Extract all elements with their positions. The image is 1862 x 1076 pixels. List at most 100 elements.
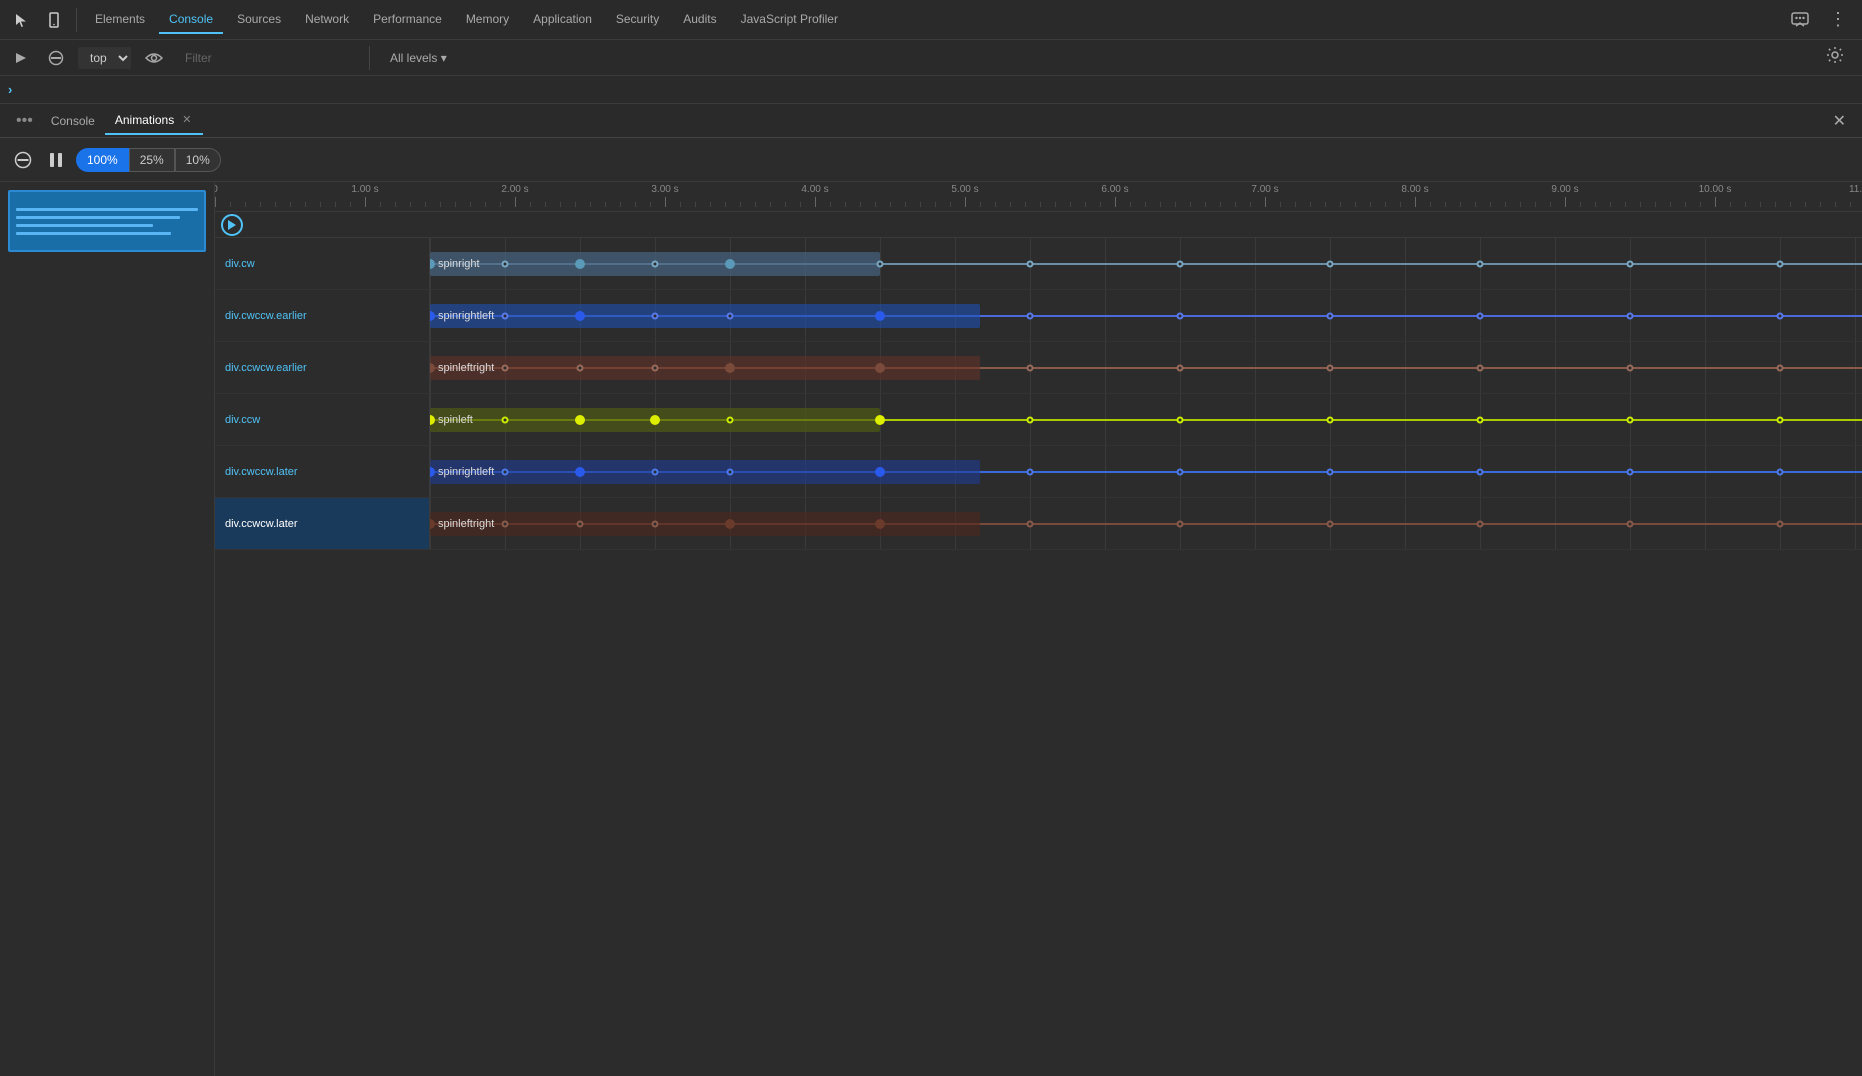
keyframe-dot-5-10 [1627,520,1634,527]
animations-tab-close[interactable]: ✕ [180,113,193,126]
mobile-icon [46,12,62,28]
tab-elements[interactable]: Elements [85,6,155,34]
keyframe-dot-1-4 [727,312,734,319]
animation-bar-label-2: spinleftright [430,362,494,374]
dots-button[interactable]: ••• [8,108,41,134]
keyframe-dot-2-2 [577,364,584,371]
tab-animations-panel[interactable]: Animations ✕ [105,107,204,135]
animation-bar-label-1: spinrightleft [430,310,494,322]
panel-play-button[interactable] [8,47,34,69]
panel-close-button[interactable]: ✕ [1825,107,1854,135]
keyframe-dot-4-9 [1477,468,1484,475]
pause-button[interactable] [44,147,68,173]
keyframe-dot-2-5 [875,363,885,373]
keyframe-dot-1-10 [1627,312,1634,319]
preview-thumbnail[interactable] [8,190,206,252]
preview-line-3 [16,224,153,227]
tab-sources[interactable]: Sources [227,6,291,34]
scrubber-handle[interactable] [221,214,243,236]
speed-10-button[interactable]: 10% [175,148,221,172]
animation-rows: div.cwspinrightdiv.cwccw.earlierspinrigh… [215,238,1862,1076]
keyframe-dot-1-3 [652,312,659,319]
keyframe-dot-2-8 [1327,364,1334,371]
preview-line-4 [16,232,171,235]
animations-panel: 100% 25% 10% 01 [0,138,1862,1076]
timeline-ruler: 01.00 s2.00 s3.00 s4.00 s5.00 s6.00 s7.0… [215,182,1862,212]
row-label-2: div.ccwcw.earlier [215,342,430,393]
keyframe-dot-3-11 [1777,416,1784,423]
tab-network[interactable]: Network [295,6,359,34]
tab-security[interactable]: Security [606,6,669,34]
keyframe-dot-0-6 [1027,260,1034,267]
tab-memory[interactable]: Memory [456,6,519,34]
row-timeline-4: spinrightleft [430,446,1862,497]
keyframe-dot-2-6 [1027,364,1034,371]
keyframe-dot-0-4 [725,259,735,269]
animation-bar-1: spinrightleft [430,304,980,328]
animation-bar-label-0: spinright [430,258,480,270]
cursor-tool-button[interactable] [8,8,36,32]
animation-row[interactable]: div.ccwcw.laterspinleftright [215,498,1862,550]
keyframe-dot-5-4 [725,519,735,529]
keyframe-dot-2-3 [652,364,659,371]
pause-icon [48,151,64,169]
keyframe-dot-0-3 [652,260,659,267]
animation-row[interactable]: div.cwccw.laterspinrightleft [215,446,1862,498]
chevron-down-icon: ▾ [441,51,447,65]
scrubber-row [215,212,1862,238]
mobile-emulation-button[interactable] [40,8,68,32]
feedback-button[interactable] [1785,8,1815,32]
keyframe-dot-3-10 [1627,416,1634,423]
row-timeline-1: spinrightleft [430,290,1862,341]
keyframe-dot-2-9 [1477,364,1484,371]
keyframe-dot-2-4 [725,363,735,373]
keyframe-dot-1-6 [1027,312,1034,319]
more-tools-button[interactable]: ⋮ [1823,5,1854,34]
animation-bar-label-4: spinrightleft [430,466,494,478]
tab-application[interactable]: Application [523,6,602,34]
filter-input[interactable] [177,48,357,68]
tab-console-panel[interactable]: Console [41,108,105,134]
bottom-panels: ••• Console Animations ✕ ✕ [0,104,1862,1076]
keyframe-dot-5-5 [875,519,885,529]
keyframe-dot-5-3 [652,520,659,527]
keyframe-dot-3-1 [502,416,509,423]
keyframe-dot-1-5 [875,311,885,321]
animation-row[interactable]: div.ccwspinleft [215,394,1862,446]
keyframe-dot-2-11 [1777,364,1784,371]
settings-button[interactable] [1816,42,1854,73]
no-entry-button[interactable] [42,46,70,70]
animation-row[interactable]: div.ccwcw.earlierspinleftright [215,342,1862,394]
tab-console[interactable]: Console [159,6,223,34]
animation-bar-4: spinrightleft [430,460,980,484]
keyframe-dot-4-11 [1777,468,1784,475]
speed-25-button[interactable]: 25% [129,148,175,172]
tab-audits[interactable]: Audits [673,6,726,34]
animation-row[interactable]: div.cwspinright [215,238,1862,290]
keyframe-dot-5-8 [1327,520,1334,527]
levels-label: All levels [390,51,437,65]
tab-performance[interactable]: Performance [363,6,452,34]
gear-icon [1826,46,1844,64]
row-label-3: div.ccw [215,394,430,445]
clear-button[interactable] [10,147,36,173]
keyframe-dot-0-5 [877,260,884,267]
context-select[interactable]: top [78,47,131,69]
context-select-wrapper: top [78,47,131,69]
controls-bar: 100% 25% 10% [0,138,1862,182]
keyframe-dot-1-7 [1177,312,1184,319]
row-timeline-0: spinright [430,238,1862,289]
keyframe-dot-2-1 [502,364,509,371]
no-entry-icon [48,50,64,66]
keyframe-dot-1-9 [1477,312,1484,319]
animation-row[interactable]: div.cwccw.earlierspinrightleft [215,290,1862,342]
preview-panel [0,182,215,1076]
levels-button[interactable]: All levels ▾ [382,48,455,68]
keyframe-dot-4-10 [1627,468,1634,475]
speed-100-button[interactable]: 100% [76,148,129,172]
keyframe-dot-1-11 [1777,312,1784,319]
eye-button[interactable] [139,48,169,68]
console-bar: top All levels ▾ [0,40,1862,76]
tab-js-profiler[interactable]: JavaScript Profiler [731,6,848,34]
keyframe-dot-4-7 [1177,468,1184,475]
